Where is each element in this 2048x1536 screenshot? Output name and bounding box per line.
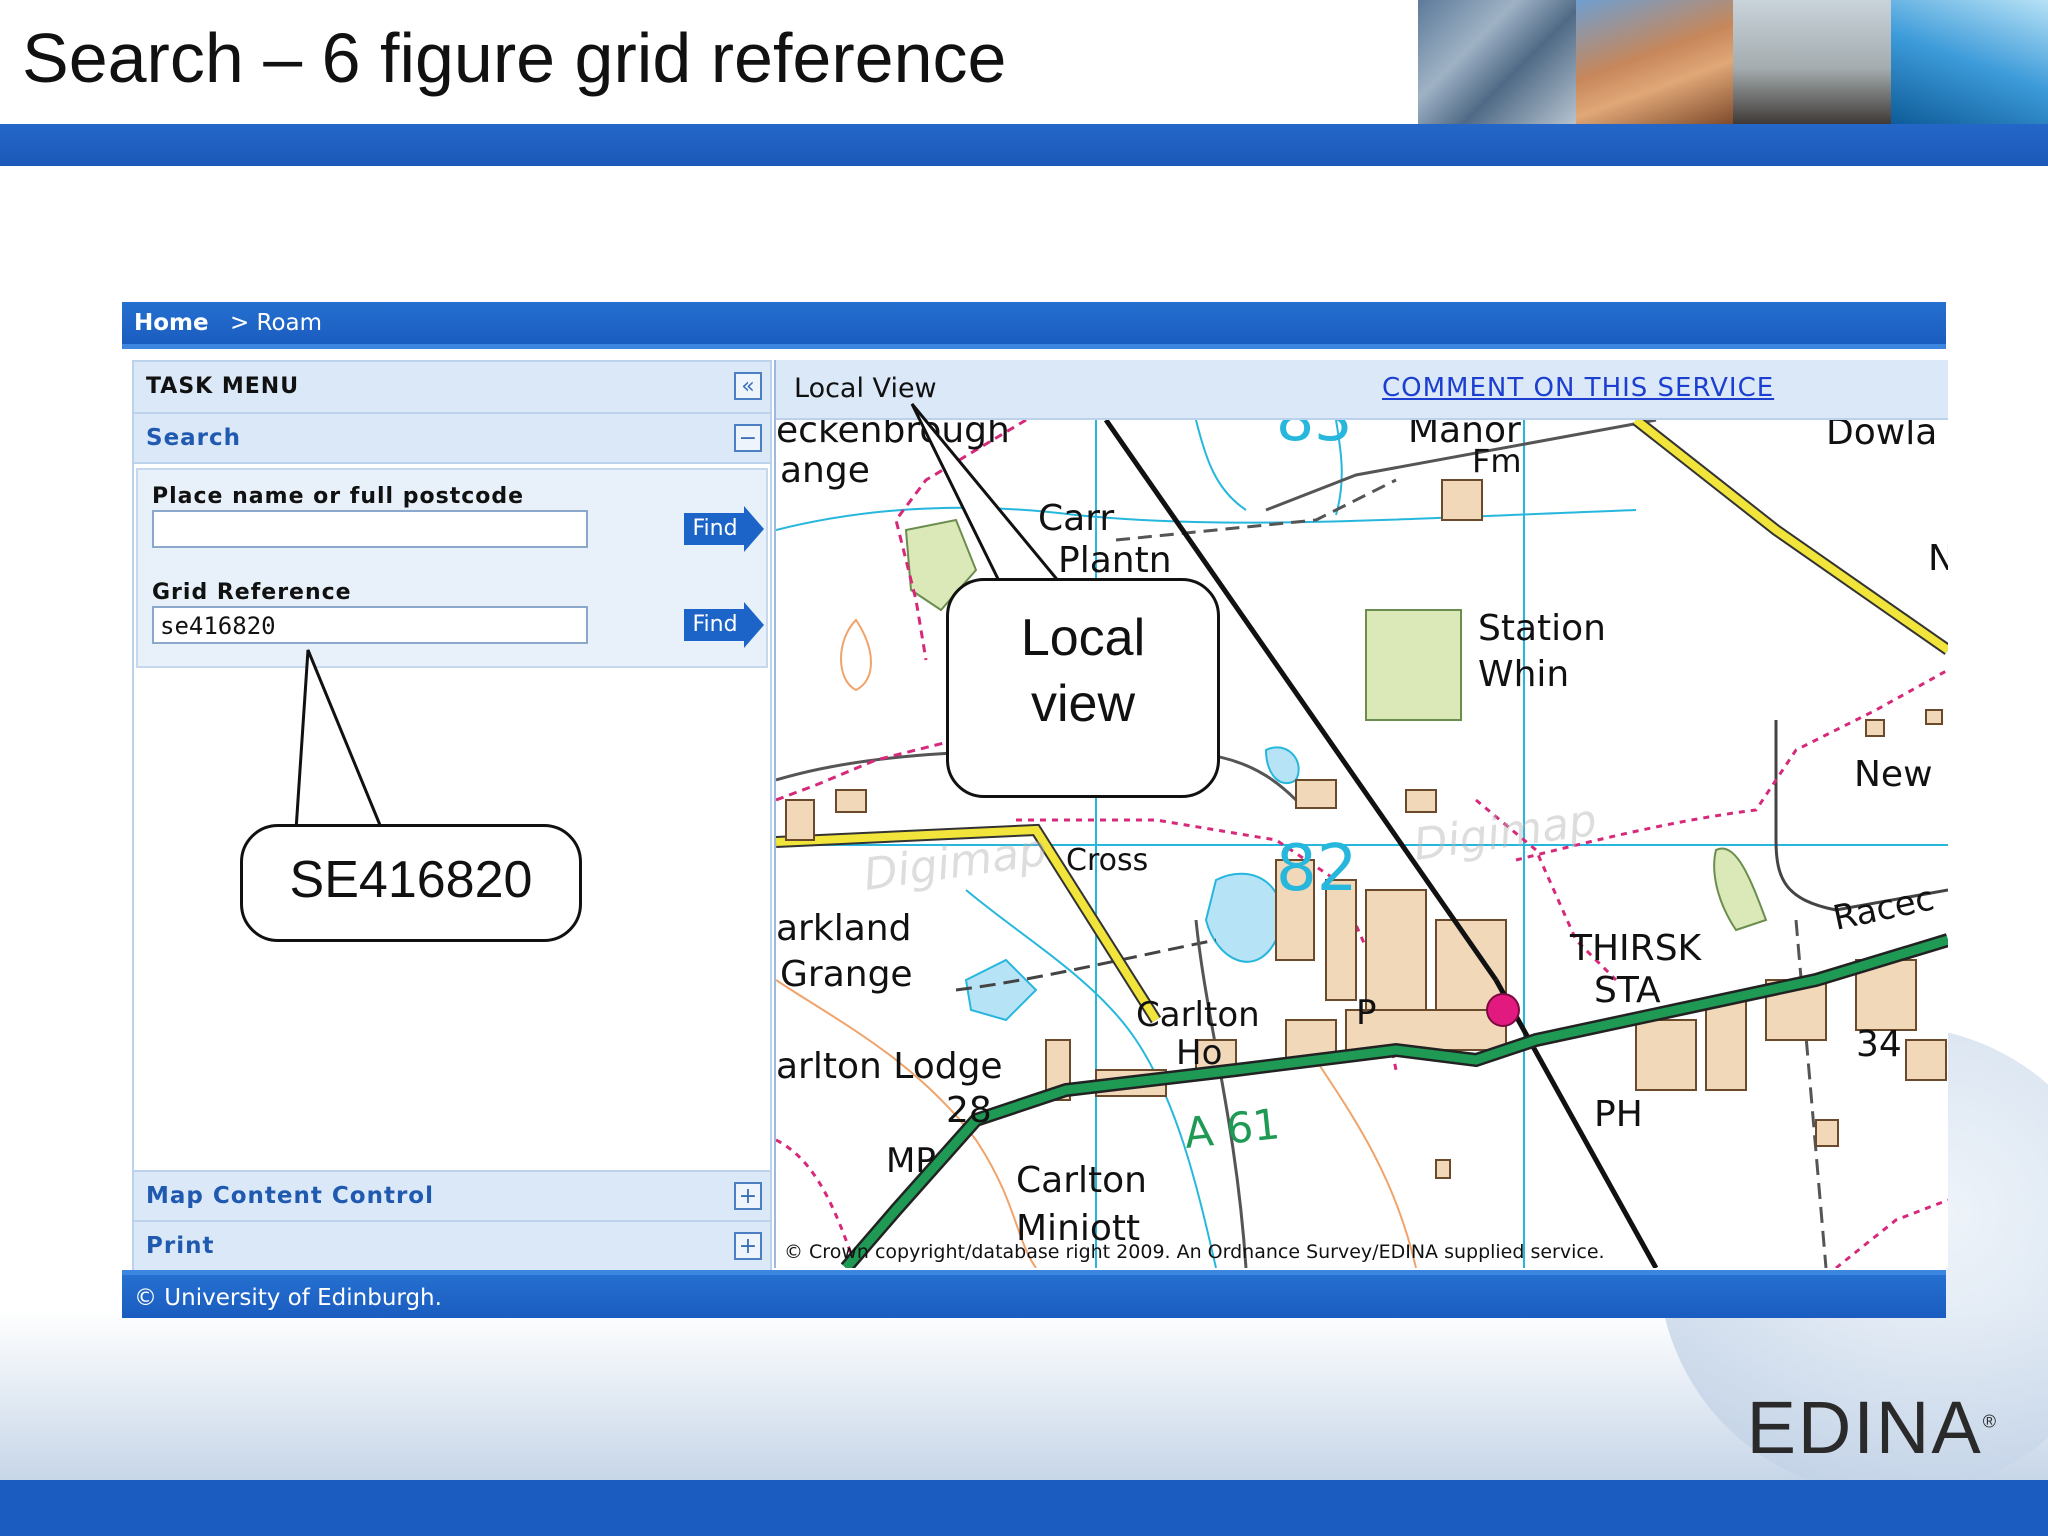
task-menu-header: TASK MENU «: [134, 362, 770, 414]
rock-photo: [1575, 0, 1733, 124]
view-label: Local View: [794, 373, 937, 404]
map-gridline-82: 82: [1276, 832, 1357, 906]
grid-reference-label: Grid Reference: [152, 580, 352, 605]
map-label-carlton-lodge: arlton Lodge: [776, 1046, 1003, 1087]
collapse-search-icon[interactable]: −: [734, 424, 762, 452]
map-label-28: 28: [946, 1090, 992, 1131]
map-label-fm: Fm: [1472, 442, 1522, 480]
expand-print-icon[interactable]: +: [734, 1232, 762, 1260]
map-label-dowla: Dowla: [1826, 420, 1937, 453]
map-label-parking: P: [1356, 993, 1377, 1033]
task-menu-panel: TASK MENU « Search − Place name or full …: [132, 360, 772, 1272]
map-label-cross: Cross: [1066, 843, 1148, 878]
map-label-ange: ange: [780, 450, 870, 491]
place-name-label: Place name or full postcode: [152, 484, 525, 509]
wave-photo: [1890, 0, 2048, 124]
search-form: Place name or full postcode Find Grid Re…: [136, 468, 768, 668]
map-label-eckenbrough: eckenbrough: [776, 420, 1010, 451]
map-content-control-header[interactable]: Map Content Control +: [134, 1170, 770, 1220]
breadcrumb: Home > Roam: [122, 302, 1946, 349]
grid-reference-input[interactable]: se416820: [152, 606, 588, 644]
find-place-button[interactable]: Find: [684, 506, 764, 552]
map-label-new: New: [1854, 754, 1933, 795]
search-section-title: Search: [146, 425, 242, 451]
breadcrumb-current: Roam: [256, 310, 323, 336]
map-content-control-title: Map Content Control: [146, 1183, 434, 1209]
print-section-title: Print: [146, 1233, 215, 1259]
map-label-carlton-ho-2: Ho: [1176, 1033, 1222, 1073]
map-header: Local View COMMENT ON THIS SERVICE: [776, 360, 1948, 420]
place-name-input[interactable]: [152, 510, 588, 548]
header-photo-strip: [1418, 0, 2048, 124]
map-label-arkland: arkland: [776, 908, 911, 949]
map-label-whin: Whin: [1478, 654, 1569, 695]
map-label-34: 34: [1856, 1024, 1902, 1065]
map-label-station: Station: [1478, 608, 1606, 649]
local-view-callout-line2: view: [1030, 675, 1136, 733]
comment-link[interactable]: COMMENT ON THIS SERVICE: [1382, 373, 1774, 403]
map-label-ph: PH: [1594, 1094, 1643, 1135]
task-menu-title: TASK MENU: [146, 374, 300, 399]
map-gridline-83: 83: [1276, 420, 1352, 455]
map-label-carr: Carr: [1038, 498, 1114, 539]
search-section-header[interactable]: Search −: [134, 414, 770, 464]
breadcrumb-separator: >: [229, 310, 250, 336]
bottom-band: [0, 1480, 2048, 1536]
expand-map-content-icon[interactable]: +: [734, 1182, 762, 1210]
city-photo: [1733, 0, 1891, 124]
map-label-sta: STA: [1594, 970, 1661, 1011]
collapse-panel-icon[interactable]: «: [734, 372, 762, 400]
print-section-header[interactable]: Print +: [134, 1220, 770, 1270]
map-label-carlton: Carlton: [1016, 1160, 1147, 1201]
map-label-mp: MP: [886, 1141, 936, 1181]
header-band: [0, 124, 2048, 166]
app-footer: © University of Edinburgh.: [122, 1270, 1946, 1318]
aerial-photo: [1418, 0, 1576, 124]
edina-logo: EDINA®: [1746, 1386, 1998, 1469]
map-label-grange: Grange: [780, 954, 913, 995]
map-label-carlton-ho-1: Carlton: [1136, 995, 1260, 1035]
map-copyright: © Crown copyright/database right 2009. A…: [784, 1241, 1605, 1263]
local-view-callout: Local view: [946, 578, 1220, 798]
map-label-plantn: Plantn: [1058, 540, 1172, 581]
map-label-n: N: [1928, 538, 1948, 579]
find-grid-reference-button[interactable]: Find: [684, 602, 764, 648]
os-map[interactable]: eckenbrough ange Manor Fm Dowla Carr Pla…: [776, 420, 1948, 1268]
digimap-roam-window: Home > Roam TASK MENU « Search − Place n…: [122, 302, 1948, 1318]
map-label-thirsk: THIRSK: [1569, 928, 1703, 969]
slide-title: Search – 6 figure grid reference: [22, 19, 1007, 97]
grid-reference-callout: SE416820: [240, 824, 582, 942]
map-label-a61: A 61: [1182, 1099, 1282, 1158]
breadcrumb-home[interactable]: Home: [134, 310, 209, 336]
local-view-callout-line1: Local: [1020, 609, 1146, 667]
map-panel: Local View COMMENT ON THIS SERVICE ecken…: [774, 360, 1948, 1268]
